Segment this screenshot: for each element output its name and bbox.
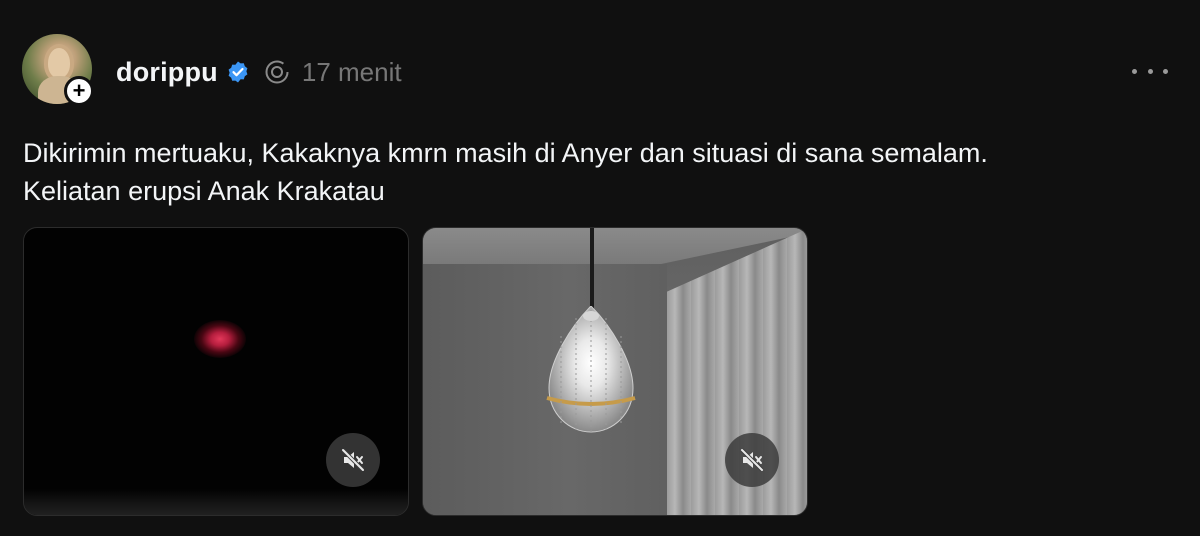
username[interactable]: dorippu: [116, 57, 218, 88]
video-thumbnail-1[interactable]: [23, 227, 409, 516]
speaker-muted-icon: [341, 448, 365, 472]
eruption-glow: [194, 320, 246, 358]
verified-badge-icon: [228, 61, 248, 83]
caption-line-2: Keliatan erupsi Anak Krakatau: [23, 176, 385, 206]
speaker-muted-icon: [740, 448, 764, 472]
post-timestamp: 17 menit: [301, 56, 402, 87]
more-horizontal-icon: [1147, 68, 1153, 74]
lamp-cord: [590, 228, 594, 310]
more-options-button[interactable]: [1132, 60, 1168, 82]
threads-reply-icon: [265, 60, 289, 84]
mute-toggle-button-2[interactable]: [725, 433, 779, 487]
follow-plus-icon[interactable]: +: [64, 76, 94, 106]
thread-post: + dorippu 17 menit Dikirimin mertuaku, K…: [0, 0, 1200, 536]
more-horizontal-icon: [1163, 68, 1168, 74]
shoreline: [24, 489, 408, 515]
post-caption: Dikirimin mertuaku, Kakaknya kmrn masih …: [23, 134, 1173, 210]
avatar-container[interactable]: +: [22, 34, 94, 106]
more-horizontal-icon: [1132, 68, 1137, 74]
chandelier: [546, 306, 636, 434]
post-header: dorippu 17 menit: [116, 52, 402, 92]
avatar-face: [48, 48, 70, 78]
mute-toggle-button-1[interactable]: [326, 433, 380, 487]
video-thumbnail-2[interactable]: [422, 227, 808, 516]
caption-line-1: Dikirimin mertuaku, Kakaknya kmrn masih …: [23, 138, 988, 168]
